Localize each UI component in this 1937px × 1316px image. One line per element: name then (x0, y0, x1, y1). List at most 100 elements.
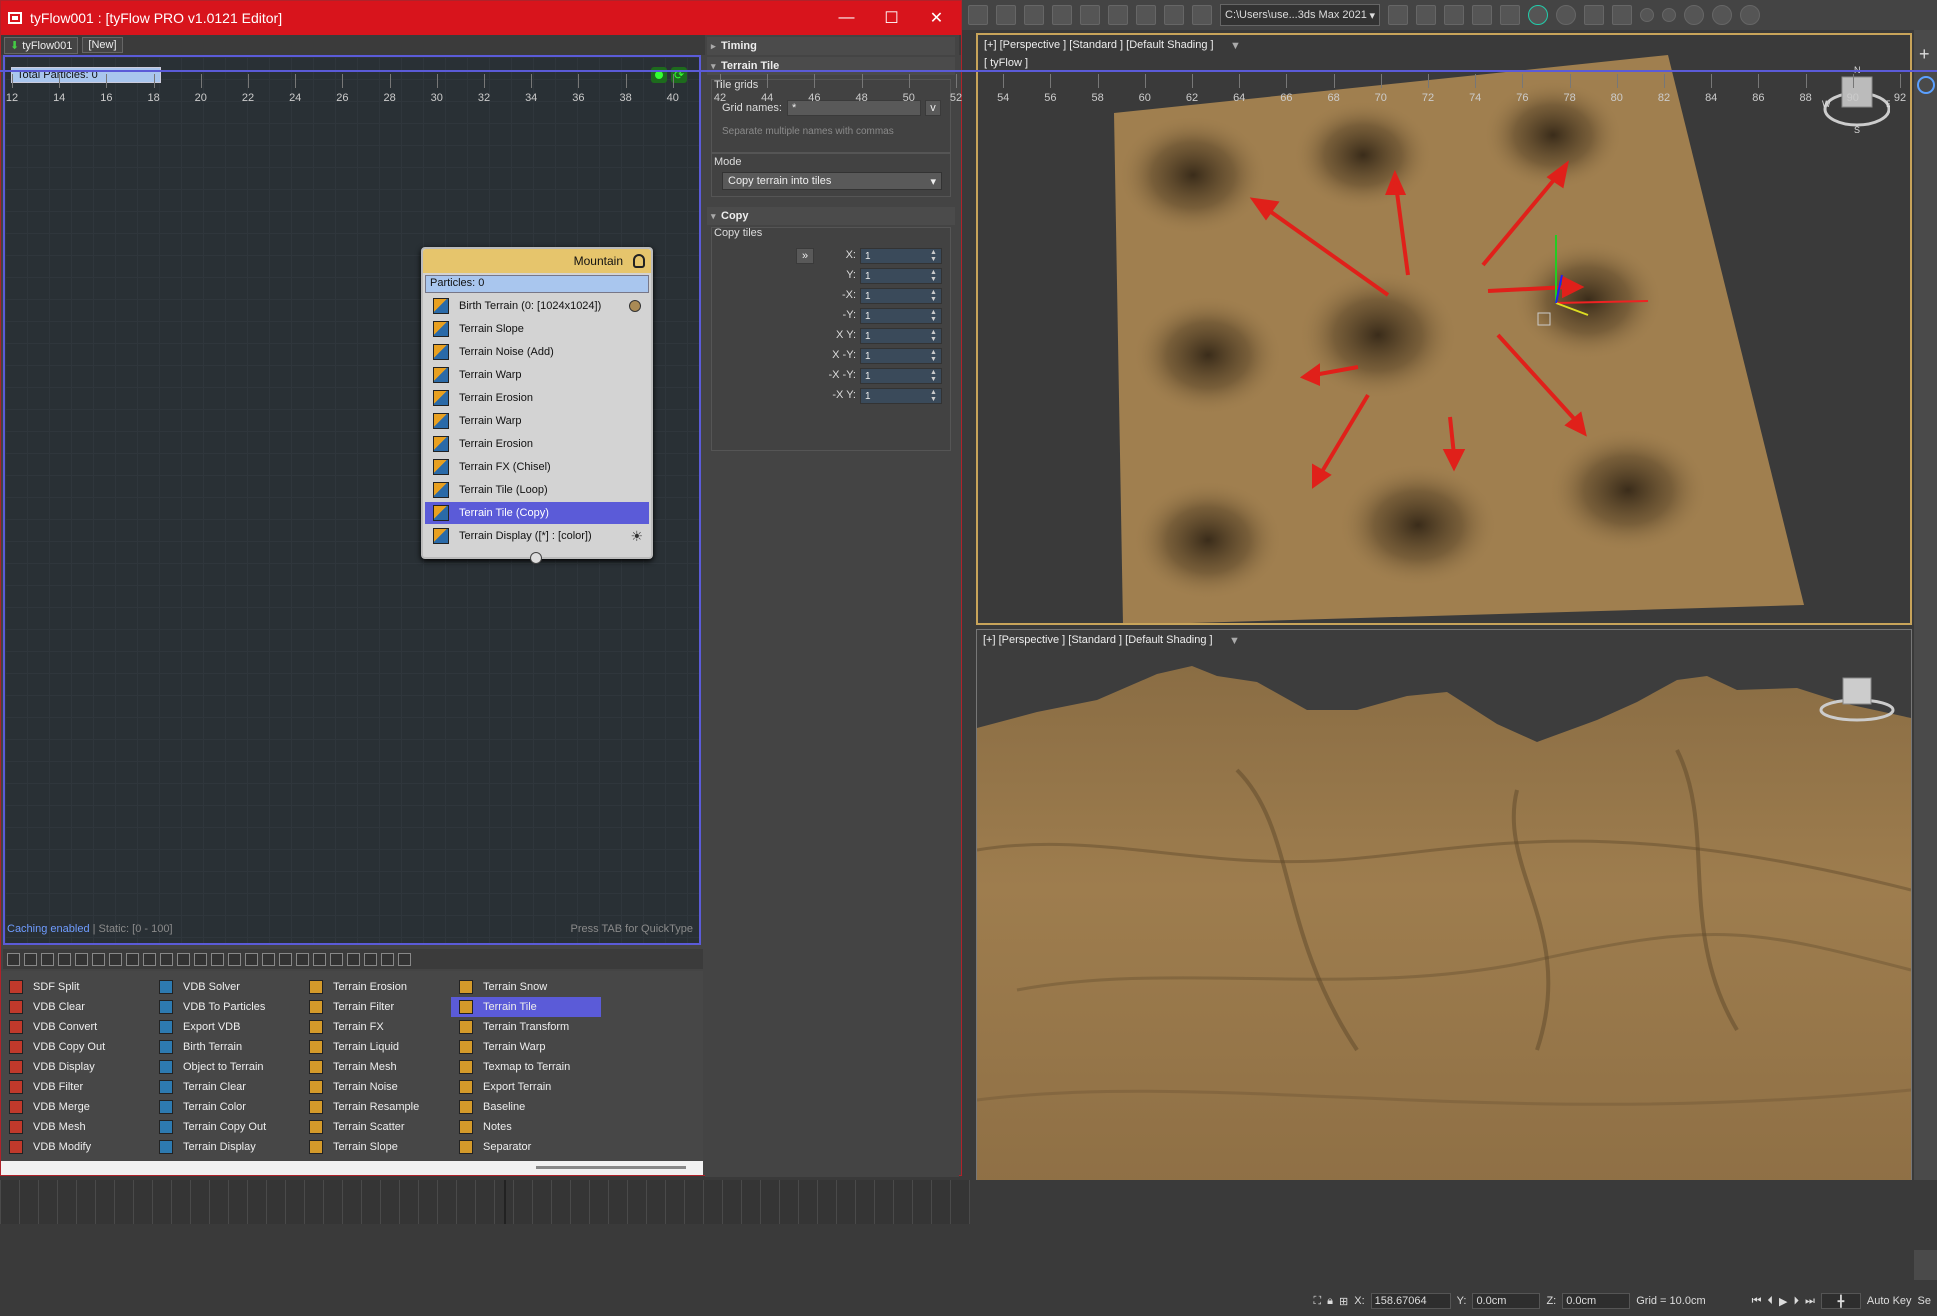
palette-item[interactable]: Terrain FX (301, 1017, 451, 1037)
palette-item[interactable]: Terrain Mesh (301, 1057, 451, 1077)
x-coordinate-field[interactable]: 158.67064 (1370, 1293, 1451, 1309)
copy-field-spinner[interactable]: 1 ▲▼ (860, 248, 942, 264)
palette-item[interactable]: Terrain Snow (451, 977, 601, 997)
copy-field-spinner[interactable]: 1 ▲▼ (860, 368, 942, 384)
spinner-arrows-icon[interactable]: ▲▼ (930, 349, 937, 363)
filter-category-icon[interactable] (109, 952, 122, 966)
link-icon[interactable] (968, 5, 988, 25)
operator-item[interactable]: Terrain Tile (Loop) (425, 479, 649, 501)
palette-item[interactable]: Object to Terrain (151, 1057, 301, 1077)
sphere-icon[interactable] (1684, 5, 1704, 25)
filter-icon[interactable]: ▼ (1230, 40, 1241, 52)
operator-item[interactable]: Terrain Tile (Copy) (425, 502, 649, 524)
filter-category-icon[interactable] (177, 952, 190, 966)
select-icon[interactable] (996, 5, 1016, 25)
operator-item[interactable]: Terrain Display ([*] : [color]) ☀ (425, 525, 649, 547)
rotate-icon[interactable] (1052, 5, 1072, 25)
filter-category-icon[interactable] (75, 952, 88, 966)
palette-item[interactable]: Separator (451, 1137, 601, 1157)
palette-item[interactable]: VDB Display (1, 1057, 151, 1077)
sphere-icon[interactable] (1740, 5, 1760, 25)
spinner-arrows-icon[interactable]: ▲▼ (930, 269, 937, 283)
time-slider-marker[interactable] (504, 1180, 506, 1224)
filter-category-icon[interactable] (228, 952, 241, 966)
palette-item[interactable]: Terrain Liquid (301, 1037, 451, 1057)
move-icon[interactable] (1024, 5, 1044, 25)
lock-icon[interactable]: 🔒︎ (1327, 1295, 1333, 1308)
check-icon[interactable] (1528, 5, 1548, 25)
operator-item[interactable]: Terrain Erosion (425, 433, 649, 455)
copy-field-spinner[interactable]: 1 ▲▼ (860, 288, 942, 304)
palette-item[interactable]: VDB Solver (151, 977, 301, 997)
copy-field-spinner[interactable]: 1 ▲▼ (860, 388, 942, 404)
palette-item[interactable]: VDB Clear (1, 997, 151, 1017)
filter-category-icon[interactable] (211, 952, 224, 966)
filter-category-icon[interactable] (330, 952, 343, 966)
render-frame-icon[interactable] (1416, 5, 1436, 25)
track-bar[interactable] (0, 1180, 970, 1224)
copy-field-spinner[interactable]: 1 ▲▼ (860, 308, 942, 324)
palette-item[interactable]: Terrain Clear (151, 1077, 301, 1097)
go-to-start-icon[interactable]: ⏮ (1752, 1295, 1762, 1308)
snap-icon[interactable] (1108, 5, 1128, 25)
rollout-copy[interactable]: Copy (707, 207, 955, 225)
material-editor-icon[interactable] (1500, 5, 1520, 25)
filter-category-icon[interactable] (143, 952, 156, 966)
palette-item[interactable]: VDB Convert (1, 1017, 151, 1037)
go-to-end-icon[interactable]: ⏭ (1805, 1295, 1815, 1308)
frame-ruler[interactable]: 12 14 16 18 20 22 24 26 28 30 32 34 36 38 40 42 44 46 48 50… (0, 74, 1937, 114)
node-graph[interactable]: Total Particles: 0 ⟳ Mountain Particles:… (3, 55, 701, 945)
project-path-dropdown[interactable]: C:\Users\use...3ds Max 2021 ▾ (1220, 4, 1380, 26)
viewport-label[interactable]: [+] [Perspective ] [Standard ] [Default … (983, 634, 1213, 646)
filter-category-icon[interactable] (296, 952, 309, 966)
viewcube-icon[interactable] (1817, 670, 1897, 726)
spinner-arrows-icon[interactable]: ▲▼ (930, 289, 937, 303)
filter-category-icon[interactable] (160, 952, 173, 966)
scale-icon[interactable] (1080, 5, 1100, 25)
palette-item[interactable]: VDB Merge (1, 1097, 151, 1117)
layer-icon[interactable] (1192, 5, 1212, 25)
palette-item[interactable]: VDB Modify (1, 1137, 151, 1157)
copy-field-spinner[interactable]: 1 ▲▼ (860, 348, 942, 364)
render-icon[interactable] (1444, 5, 1464, 25)
filter-category-icon[interactable] (92, 952, 105, 966)
next-frame-icon[interactable]: ⏵ (1793, 1295, 1799, 1308)
dot-icon[interactable] (1640, 8, 1654, 22)
maximize-icon[interactable]: ☐ (869, 1, 914, 35)
filter-category-icon[interactable] (41, 952, 54, 966)
palette-item[interactable]: Baseline (451, 1097, 601, 1117)
tab-tyflow001[interactable]: ⬇ tyFlow001 (4, 36, 79, 54)
z-coordinate-field[interactable]: 0.0cm (1562, 1293, 1631, 1309)
filter-category-icon[interactable] (313, 952, 326, 966)
render-setup-icon[interactable] (1388, 5, 1408, 25)
palette-item[interactable]: Terrain Display (151, 1137, 301, 1157)
previous-frame-icon[interactable]: ⏴ (1768, 1295, 1774, 1308)
filter-category-icon[interactable] (381, 952, 394, 966)
filter-category-icon[interactable] (279, 952, 292, 966)
rollout-timing[interactable]: Timing (707, 37, 955, 55)
filter-category-icon[interactable] (24, 952, 37, 966)
event-node-mountain[interactable]: Mountain Particles: 0 Birth Terrain (0: … (421, 247, 653, 564)
dot-icon[interactable] (1662, 8, 1676, 22)
output-port[interactable] (530, 552, 542, 564)
spinner-arrows-icon[interactable]: ▲▼ (930, 389, 937, 403)
filter-category-icon[interactable] (245, 952, 258, 966)
sphere-icon[interactable] (1712, 5, 1732, 25)
palette-item[interactable]: SDF Split (1, 977, 151, 997)
filter-category-icon[interactable] (398, 952, 411, 966)
operator-item[interactable]: Terrain Noise (Add) (425, 341, 649, 363)
palette-item[interactable]: Terrain Tile (451, 997, 601, 1017)
lightbulb-icon[interactable] (633, 254, 645, 268)
palette-item[interactable]: VDB Filter (1, 1077, 151, 1097)
operator-item[interactable]: Terrain Warp (425, 364, 649, 386)
spinner-arrows-icon[interactable]: ▲▼ (930, 249, 937, 263)
align-icon[interactable] (1164, 5, 1184, 25)
palette-scrollbar[interactable] (1, 1161, 703, 1175)
filter-category-icon[interactable] (364, 952, 377, 966)
palette-item[interactable]: VDB Mesh (1, 1117, 151, 1137)
palette-item[interactable]: VDB To Particles (151, 997, 301, 1017)
isolate-icon[interactable]: ⛶ (1313, 1295, 1321, 1308)
filter-category-icon[interactable] (262, 952, 275, 966)
rollout-terrain-tile[interactable]: Terrain Tile (707, 57, 955, 75)
close-icon[interactable]: ✕ (914, 1, 959, 35)
